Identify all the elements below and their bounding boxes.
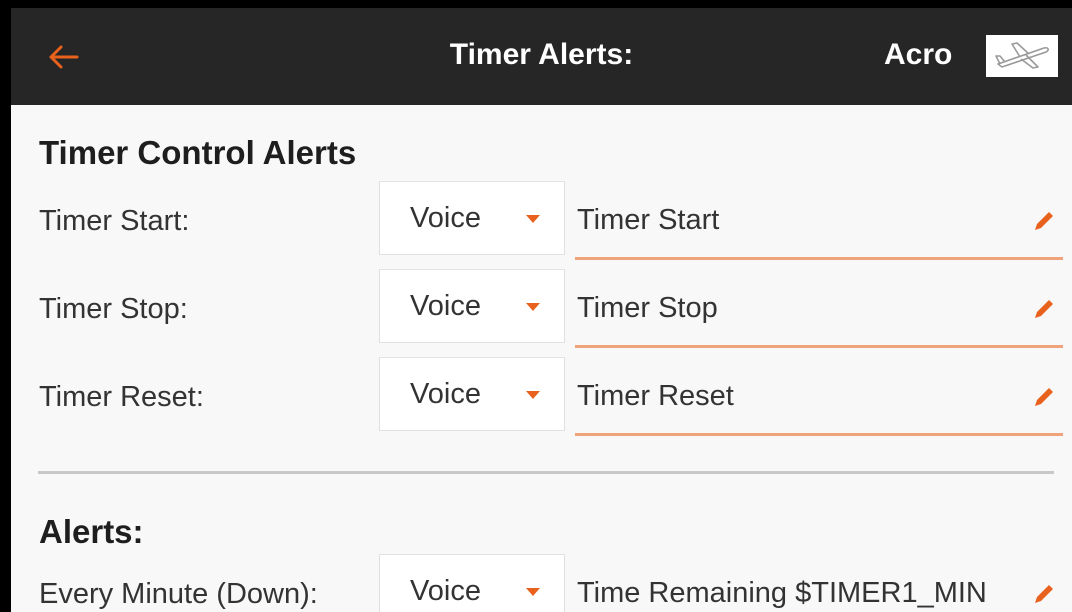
section-title-timer-control: Timer Control Alerts — [39, 134, 357, 171]
every-minute-label: Every Minute (Down): — [39, 578, 318, 610]
timer-start-text-field[interactable]: Timer Start — [575, 184, 1063, 260]
field-value: Timer Stop — [577, 292, 718, 324]
dropdown-value: Voice — [410, 575, 481, 607]
section-title-alerts: Alerts: — [39, 513, 144, 550]
timer-stop-label: Timer Stop: — [39, 293, 188, 325]
timer-start-label: Timer Start: — [39, 205, 190, 237]
pencil-icon[interactable] — [1031, 296, 1057, 322]
dropdown-value: Voice — [410, 290, 481, 322]
section-divider — [38, 471, 1054, 474]
timer-start-mode-dropdown[interactable]: Voice — [379, 181, 565, 255]
header-bar: Timer Alerts: Acro — [11, 8, 1072, 105]
airplane-icon — [995, 42, 1049, 69]
field-value: Timer Reset — [577, 380, 734, 412]
every-minute-mode-dropdown[interactable]: Voice — [379, 554, 565, 612]
timer-stop-text-field[interactable]: Timer Stop — [575, 272, 1063, 348]
pencil-icon[interactable] — [1031, 384, 1057, 410]
caret-down-icon — [526, 391, 540, 399]
model-select-button[interactable] — [986, 35, 1058, 77]
pencil-icon[interactable] — [1031, 208, 1057, 234]
dropdown-value: Voice — [410, 378, 481, 410]
timer-reset-text-field[interactable]: Timer Reset — [575, 360, 1063, 436]
timer-stop-mode-dropdown[interactable]: Voice — [379, 269, 565, 343]
timer-reset-mode-dropdown[interactable]: Voice — [379, 357, 565, 431]
pencil-icon[interactable] — [1031, 581, 1057, 607]
field-value: Timer Start — [577, 204, 720, 236]
timer-reset-label: Timer Reset: — [39, 381, 204, 413]
dropdown-value: Voice — [410, 202, 481, 234]
caret-down-icon — [526, 588, 540, 596]
caret-down-icon — [526, 215, 540, 223]
caret-down-icon — [526, 303, 540, 311]
model-name: Acro — [884, 38, 953, 71]
timer-alerts-screen: Timer Alerts: Acro Timer Control Alerts … — [11, 8, 1072, 612]
every-minute-text-field[interactable]: Time Remaining $TIMER1_MIN — [575, 557, 1063, 612]
field-value: Time Remaining $TIMER1_MIN — [577, 577, 987, 609]
